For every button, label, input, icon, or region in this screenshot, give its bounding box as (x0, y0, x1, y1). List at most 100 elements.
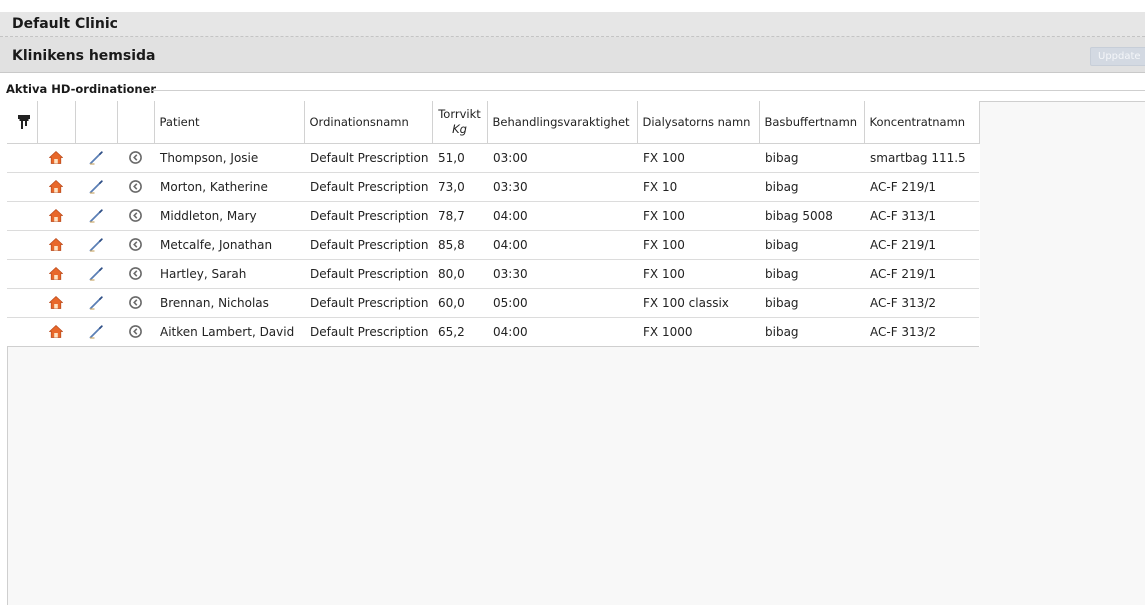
table-row[interactable]: Thompson, Josie Default Prescription 51,… (7, 143, 979, 173)
row-spacer (7, 288, 37, 318)
pen-icon[interactable] (75, 324, 117, 339)
home-icon[interactable] (37, 238, 75, 251)
history-cell[interactable] (117, 259, 154, 289)
header-patient[interactable]: Patient (154, 101, 305, 144)
prescription-cell[interactable]: Default Prescription (304, 143, 432, 173)
filter-icon[interactable] (12, 114, 36, 129)
home-cell[interactable] (37, 259, 75, 289)
patient-cell[interactable]: Morton, Katherine (154, 172, 304, 202)
clinic-header-bar: Default Clinic (0, 12, 1145, 37)
edit-cell[interactable] (75, 288, 117, 318)
history-cell[interactable] (117, 317, 154, 347)
edit-cell[interactable] (75, 317, 117, 347)
home-cell[interactable] (37, 230, 75, 260)
table-row[interactable]: Metcalfe, Jonathan Default Prescription … (7, 230, 979, 260)
home-icon[interactable] (37, 296, 75, 309)
dry-weight-cell: 60,0 (432, 288, 487, 318)
clock-icon[interactable] (117, 325, 154, 338)
history-cell[interactable] (117, 288, 154, 318)
base-buffer-cell: bibag (759, 259, 864, 289)
concentrate-cell: AC-F 219/1 (864, 172, 979, 202)
header-dry-weight-label: Torrvikt (438, 106, 481, 121)
home-cell[interactable] (37, 201, 75, 231)
edit-cell[interactable] (75, 230, 117, 260)
prescriptions-table: Patient Ordinationsnamn Torrvikt Kg Beha… (7, 101, 980, 347)
clock-icon[interactable] (117, 209, 154, 222)
pen-icon[interactable] (75, 179, 117, 194)
patient-cell[interactable]: Hartley, Sarah (154, 259, 304, 289)
base-buffer-cell: bibag (759, 143, 864, 173)
dry-weight-cell: 73,0 (432, 172, 487, 202)
clinic-name: Default Clinic (12, 16, 118, 32)
duration-cell: 04:00 (487, 317, 637, 347)
prescription-cell[interactable]: Default Prescription (304, 230, 432, 260)
prescription-cell[interactable]: Default Prescription (304, 317, 432, 347)
pen-icon[interactable] (75, 295, 117, 310)
header-concentrate[interactable]: Koncentratnamn (864, 101, 980, 144)
home-icon[interactable] (37, 267, 75, 280)
table-header-row: Patient Ordinationsnamn Torrvikt Kg Beha… (7, 101, 980, 144)
clock-icon[interactable] (117, 267, 154, 280)
home-icon[interactable] (37, 180, 75, 193)
concentrate-cell: AC-F 313/2 (864, 317, 979, 347)
edit-cell[interactable] (75, 201, 117, 231)
patient-cell[interactable]: Thompson, Josie (154, 143, 304, 173)
table-row[interactable]: Hartley, Sarah Default Prescription 80,0… (7, 259, 979, 289)
home-cell[interactable] (37, 143, 75, 173)
history-cell[interactable] (117, 143, 154, 173)
clock-icon[interactable] (117, 296, 154, 309)
table-row[interactable]: Aitken Lambert, David Default Prescripti… (7, 317, 979, 347)
edit-cell[interactable] (75, 143, 117, 173)
table-row[interactable]: Morton, Katherine Default Prescription 7… (7, 172, 979, 202)
header-duration[interactable]: Behandlingsvaraktighet (487, 101, 638, 144)
home-icon[interactable] (37, 151, 75, 164)
base-buffer-cell: bibag (759, 172, 864, 202)
history-cell[interactable] (117, 172, 154, 202)
base-buffer-cell: bibag (759, 317, 864, 347)
clinic-home-bar: Klinikens hemsida Uppdate (0, 37, 1145, 73)
clock-icon[interactable] (117, 238, 154, 251)
header-dry-weight-unit: Kg (452, 121, 467, 136)
clock-icon[interactable] (117, 151, 154, 164)
table-row[interactable]: Brennan, Nicholas Default Prescription 6… (7, 288, 979, 318)
history-cell[interactable] (117, 201, 154, 231)
header-dialyzer[interactable]: Dialysatorns namn (637, 101, 760, 144)
clock-icon[interactable] (117, 180, 154, 193)
patient-cell[interactable]: Aitken Lambert, David (154, 317, 304, 347)
pen-icon[interactable] (75, 208, 117, 223)
prescription-cell[interactable]: Default Prescription (304, 201, 432, 231)
pen-icon[interactable] (75, 237, 117, 252)
edit-cell[interactable] (75, 259, 117, 289)
history-cell[interactable] (117, 230, 154, 260)
duration-cell: 04:00 (487, 230, 637, 260)
home-cell[interactable] (37, 172, 75, 202)
dialyzer-cell: FX 100 (637, 259, 759, 289)
home-cell[interactable] (37, 288, 75, 318)
duration-cell: 03:30 (487, 172, 637, 202)
filter-header[interactable] (7, 101, 38, 144)
patient-cell[interactable]: Brennan, Nicholas (154, 288, 304, 318)
dry-weight-cell: 51,0 (432, 143, 487, 173)
home-icon[interactable] (37, 325, 75, 338)
patient-cell[interactable]: Metcalfe, Jonathan (154, 230, 304, 260)
header-edit-col (75, 101, 118, 144)
home-cell[interactable] (37, 317, 75, 347)
row-spacer (7, 317, 37, 347)
header-dry-weight[interactable]: Torrvikt Kg (432, 101, 488, 144)
edit-cell[interactable] (75, 172, 117, 202)
prescription-cell[interactable]: Default Prescription (304, 172, 432, 202)
dialyzer-cell: FX 100 (637, 230, 759, 260)
row-spacer (7, 259, 37, 289)
patient-cell[interactable]: Middleton, Mary (154, 201, 304, 231)
prescription-cell[interactable]: Default Prescription (304, 288, 432, 318)
pen-icon[interactable] (75, 150, 117, 165)
update-button[interactable]: Uppdate (1090, 47, 1145, 66)
table-row[interactable]: Middleton, Mary Default Prescription 78,… (7, 201, 979, 231)
header-prescription[interactable]: Ordinationsnamn (304, 101, 433, 144)
prescription-cell[interactable]: Default Prescription (304, 259, 432, 289)
header-base-buffer[interactable]: Basbuffertnamn (759, 101, 865, 144)
duration-cell: 03:30 (487, 259, 637, 289)
pen-icon[interactable] (75, 266, 117, 281)
home-icon[interactable] (37, 209, 75, 222)
concentrate-cell: AC-F 313/2 (864, 288, 979, 318)
